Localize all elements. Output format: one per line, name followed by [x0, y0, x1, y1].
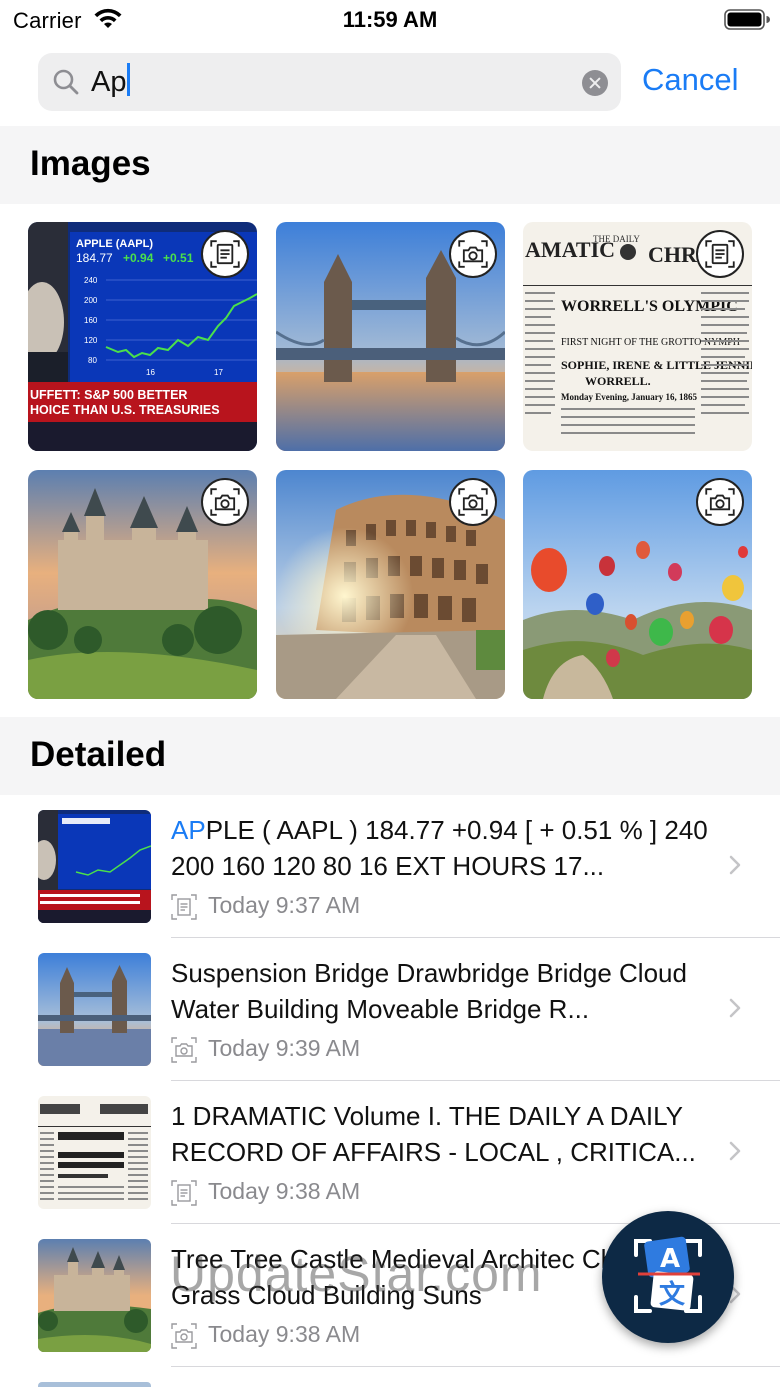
image-tile-stock-chart[interactable]: APPLE (AAPL) 184.77 +0.94 +0.51 240 200 …: [28, 222, 257, 451]
thumbnail-castle: [38, 1239, 151, 1352]
row-timestamp: Today 9:38 AM: [208, 1178, 361, 1204]
tile-axis-240: 240: [84, 276, 98, 285]
tile-axis-200: 200: [84, 296, 98, 305]
thumbnail-newspaper: [38, 1096, 151, 1209]
tile-stock-ticker: APPLE (AAPL): [76, 238, 153, 250]
chevron-right-icon: [729, 1141, 741, 1161]
camera-scan-icon: [449, 230, 497, 278]
paper-masthead-right: CHR: [648, 242, 698, 267]
row-timestamp: Today 9:38 AM: [208, 1321, 361, 1347]
row-title: 1 DRAMATIC Volume I. THE DAILY A DAILY R…: [171, 1098, 711, 1170]
tile-axis-160: 160: [84, 316, 98, 325]
paper-head-5: Monday Evening, January 16, 1865: [561, 392, 698, 402]
camera-scan-icon: [201, 478, 249, 526]
paper-head-2: FIRST NIGHT OF THE GROTTO NYMPH: [561, 337, 740, 348]
list-item[interactable]: APPLE ( AAPL ) 184.77 +0.94 [ + 0.51 % ]…: [0, 810, 780, 953]
row-timestamp: Today 9:39 AM: [208, 1035, 361, 1061]
document-scan-icon: [201, 230, 249, 278]
thumbnail-tower-bridge: [38, 953, 151, 1066]
images-section-header: Images: [0, 126, 780, 204]
thumbnail-stock-chart: [38, 810, 151, 923]
image-tile-colosseum[interactable]: [276, 470, 505, 699]
tile-axis-17: 17: [214, 368, 223, 377]
document-scan-icon: [696, 230, 744, 278]
tile-stock-price: 184.77: [76, 251, 113, 265]
translate-button[interactable]: A 文: [602, 1211, 734, 1343]
row-title-text: PLE ( AAPL ) 184.77 +0.94 [ + 0.51 % ] 2…: [171, 815, 708, 881]
paper-subtitle: THE DAILY: [593, 234, 640, 244]
battery-icon: [724, 9, 770, 30]
detailed-section-header: Detailed: [0, 717, 780, 795]
tile-axis-16: 16: [146, 368, 155, 377]
detailed-section-title: Detailed: [30, 735, 167, 774]
chevron-right-icon: [729, 998, 741, 1018]
row-title-highlight: AP: [171, 815, 206, 845]
search-field[interactable]: Ap: [38, 53, 621, 111]
tile-axis-120: 120: [84, 336, 98, 345]
tile-stock-change: +0.94: [123, 251, 154, 265]
list-item[interactable]: Suspension Bridge Drawbridge Bridge Clou…: [0, 953, 780, 1096]
translate-glyph-latin: A: [660, 1244, 680, 1274]
row-title: APPLE ( AAPL ) 184.77 +0.94 [ + 0.51 % ]…: [171, 812, 711, 884]
row-title: Suspension Bridge Drawbridge Bridge Clou…: [171, 955, 711, 1027]
row-separator: [171, 1366, 780, 1367]
tile-stock-percent: +0.51: [163, 251, 194, 265]
clock: 11:59 AM: [342, 7, 438, 32]
tile-axis-80: 80: [88, 356, 97, 365]
row-title-text: Suspension Bridge Drawbridge Bridge Clou…: [171, 958, 687, 1024]
translate-icon: A 文: [634, 1236, 702, 1313]
image-tile-tower-bridge[interactable]: [276, 222, 505, 451]
image-tile-newspaper[interactable]: AMATIC CHR THE DAILY WORRELL'S OLYMPIC F…: [523, 222, 752, 451]
images-section-title: Images: [30, 144, 151, 183]
thumbnail-partial: [38, 1382, 151, 1387]
translate-glyph-cjk: 文: [659, 1279, 686, 1310]
search-input[interactable]: Ap: [91, 63, 131, 101]
tile-headline-2: HOICE THAN U.S. TREASURIES: [30, 403, 220, 417]
row-timestamp: Today 9:37 AM: [208, 892, 361, 918]
camera-scan-icon: [449, 478, 497, 526]
text-caret: [127, 63, 131, 96]
row-separator: [171, 937, 780, 938]
clear-search-icon[interactable]: [582, 70, 608, 96]
search-icon: [53, 69, 79, 95]
image-tile-castle[interactable]: [28, 470, 257, 699]
tile-headline-1: UFFETT: S&P 500 BETTER: [30, 388, 187, 402]
search-query: Ap: [91, 66, 127, 98]
cancel-button[interactable]: Cancel: [642, 62, 739, 98]
status-bar: Carrier 11:59 AM: [0, 0, 780, 42]
watermark-text: UpdateStar.com: [170, 1246, 543, 1302]
camera-scan-icon: [696, 478, 744, 526]
document-scan-icon: [171, 894, 197, 920]
document-scan-icon: [171, 1180, 197, 1206]
row-title-text: 1 DRAMATIC Volume I. THE DAILY A DAILY R…: [171, 1101, 696, 1167]
paper-head-4: WORRELL.: [585, 374, 651, 388]
chevron-right-icon: [729, 855, 741, 875]
row-separator: [171, 1080, 780, 1081]
camera-scan-icon: [171, 1323, 197, 1349]
camera-scan-icon: [171, 1037, 197, 1063]
image-tile-balloons[interactable]: [523, 470, 752, 699]
